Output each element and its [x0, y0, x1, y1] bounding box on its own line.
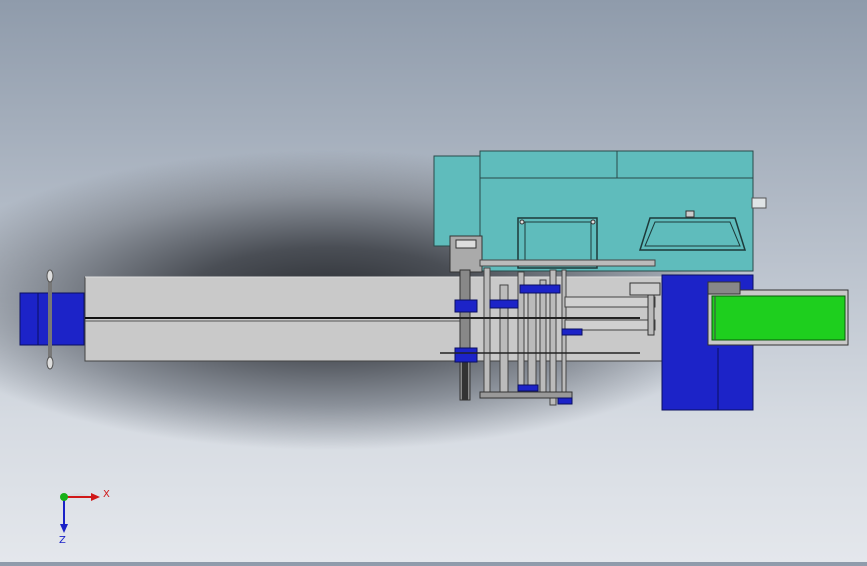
teal-housing[interactable]	[433, 150, 767, 272]
x-axis-label: X	[103, 489, 110, 500]
x-arrowhead-icon	[91, 493, 100, 501]
model-canvas[interactable]: X Z	[0, 0, 867, 562]
axis-triad: X Z	[59, 489, 110, 546]
z-axis-label: Z	[59, 535, 66, 546]
z-arrowhead-icon	[60, 524, 68, 533]
left-drive-motor[interactable]	[19, 269, 85, 370]
green-belt-conveyor[interactable]	[707, 281, 849, 346]
origin-icon	[60, 493, 68, 501]
cad-viewport[interactable]: X Z	[0, 0, 867, 562]
